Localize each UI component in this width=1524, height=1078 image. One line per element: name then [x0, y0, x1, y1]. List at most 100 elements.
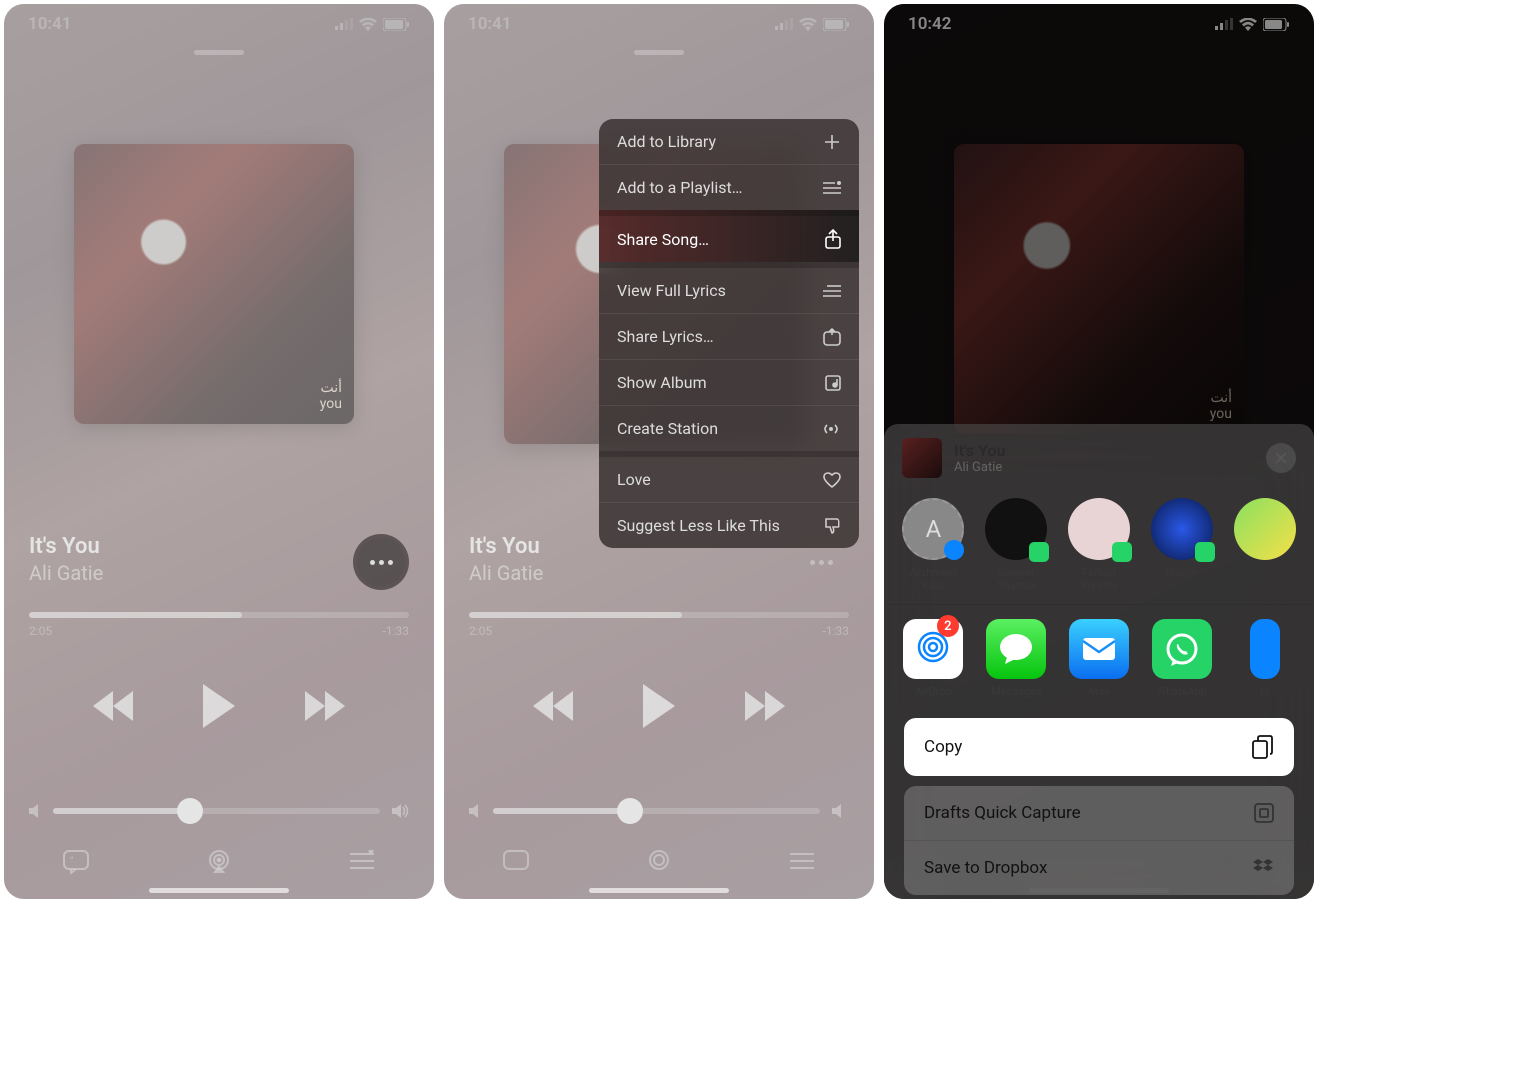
- status-icons: [775, 18, 850, 31]
- more-button[interactable]: [353, 534, 409, 590]
- plus-icon: [823, 133, 841, 151]
- app-messages[interactable]: Messages: [985, 619, 1048, 698]
- bottom-toolbar: [444, 850, 874, 874]
- whatsapp-badge-icon: [1112, 542, 1132, 562]
- app-whatsapp[interactable]: WhatsApp: [1150, 619, 1213, 698]
- lyrics-icon[interactable]: [503, 850, 529, 874]
- home-indicator[interactable]: [589, 888, 729, 893]
- app-label: AirDrop: [915, 685, 952, 698]
- sheet-grabber[interactable]: [194, 50, 244, 55]
- contact-name: Sameer Sharma: [985, 566, 1048, 592]
- progress-bar[interactable]: 2:05 -1:33: [469, 612, 849, 638]
- album-art: أنت you: [74, 144, 354, 424]
- svg-text:": ": [70, 856, 73, 867]
- contact-4[interactable]: Bhavin: [1150, 498, 1213, 592]
- queue-icon[interactable]: [789, 850, 815, 872]
- battery-icon: [383, 18, 410, 31]
- song-artist: Ali Gatie: [29, 561, 103, 585]
- album-label: أنت you: [320, 380, 342, 412]
- copy-icon: [1252, 735, 1274, 759]
- contact-1[interactable]: A Arshmeet Kaur: [902, 498, 965, 592]
- volume-thumb[interactable]: [617, 798, 643, 824]
- background: [4, 4, 434, 899]
- share-action-drafts[interactable]: Drafts Quick Capture: [904, 786, 1294, 840]
- share-action-copy-container: Copy: [904, 718, 1294, 776]
- song-title: It's You: [469, 534, 543, 559]
- song-info: It's You Ali Gatie: [29, 534, 103, 585]
- play-button[interactable]: [643, 684, 675, 728]
- airplay-icon[interactable]: [206, 850, 232, 874]
- contact-name: Bhavin: [1165, 566, 1198, 579]
- play-button[interactable]: [203, 684, 235, 728]
- contact-3[interactable]: Farhan Kureshi: [1068, 498, 1131, 592]
- mail-app-icon: [1069, 619, 1129, 679]
- previous-button[interactable]: [93, 691, 133, 721]
- menu-share-song[interactable]: Share Song…: [599, 210, 859, 262]
- menu-suggest-less[interactable]: Suggest Less Like This: [599, 502, 859, 548]
- close-button[interactable]: [1266, 443, 1296, 473]
- album-label: أنت you: [1210, 390, 1232, 422]
- share-lyrics-icon: [823, 328, 841, 346]
- volume-track[interactable]: [53, 808, 380, 814]
- broadcast-icon: [821, 422, 841, 436]
- lyrics-icon[interactable]: ": [63, 850, 89, 874]
- whatsapp-badge-icon: [1195, 542, 1215, 562]
- volume-high-icon: [832, 804, 849, 818]
- bottom-toolbar: ": [4, 850, 434, 874]
- messages-app-icon: [986, 619, 1046, 679]
- previous-button[interactable]: [533, 691, 573, 721]
- time-elapsed: 2:05: [469, 624, 492, 638]
- contact-name: Arshmeet Kaur: [902, 566, 965, 592]
- playlist-icon: [823, 181, 841, 195]
- app-label: Mail: [1089, 685, 1110, 698]
- wifi-icon: [1239, 18, 1257, 31]
- volume-low-icon: [469, 804, 481, 818]
- app-label: WhatsApp: [1156, 685, 1207, 698]
- volume-row: [469, 804, 849, 818]
- whatsapp-app-icon: [1152, 619, 1212, 679]
- song-info: It's You Ali Gatie: [469, 534, 543, 585]
- avatar: [985, 498, 1047, 560]
- avatar: [1151, 498, 1213, 560]
- queue-icon[interactable]: [349, 850, 375, 872]
- menu-create-station[interactable]: Create Station: [599, 405, 859, 451]
- status-time: 10:42: [908, 14, 951, 34]
- app-airdrop[interactable]: 2 AirDrop: [902, 619, 965, 698]
- lyrics-lines-icon: [823, 284, 841, 298]
- album-icon: [825, 375, 841, 391]
- progress-fill: [29, 612, 242, 618]
- contact-2[interactable]: Sameer Sharma: [985, 498, 1048, 592]
- home-indicator[interactable]: [149, 888, 289, 893]
- menu-share-lyrics[interactable]: Share Lyrics…: [599, 313, 859, 359]
- menu-add-to-library[interactable]: Add to Library: [599, 119, 859, 164]
- menu-view-lyrics[interactable]: View Full Lyrics: [599, 262, 859, 313]
- app-mail[interactable]: Mail: [1068, 619, 1131, 698]
- whatsapp-badge-icon: [1029, 542, 1049, 562]
- status-time: 10:41: [468, 14, 511, 34]
- heart-icon: [823, 472, 841, 488]
- close-icon: [1275, 452, 1287, 464]
- menu-add-to-playlist[interactable]: Add to a Playlist…: [599, 164, 859, 210]
- airplay-icon[interactable]: [646, 850, 672, 874]
- volume-track[interactable]: [493, 808, 820, 814]
- share-action-copy[interactable]: Copy: [904, 718, 1294, 776]
- share-action-dropbox[interactable]: Save to Dropbox: [904, 840, 1294, 895]
- share-title: It's You: [954, 441, 1266, 460]
- status-bar: 10:42: [884, 4, 1314, 44]
- progress-track[interactable]: [29, 612, 409, 618]
- wifi-icon: [799, 18, 817, 31]
- time-remaining: -1:33: [383, 624, 409, 638]
- app-more[interactable]: Li: [1233, 619, 1296, 698]
- sheet-grabber[interactable]: [634, 50, 684, 55]
- playback-controls: [444, 684, 874, 728]
- panel-1-now-playing: 10:41 أنت you It's You Ali Gatie 2:05 -1…: [4, 4, 434, 899]
- next-button[interactable]: [305, 691, 345, 721]
- next-button[interactable]: [745, 691, 785, 721]
- menu-love[interactable]: Love: [599, 451, 859, 502]
- progress-bar[interactable]: 2:05 -1:33: [29, 612, 409, 638]
- menu-show-album[interactable]: Show Album: [599, 359, 859, 405]
- app-label: Messages: [991, 685, 1041, 698]
- share-sheet: It's You Ali Gatie A Arshmeet Kaur Samee…: [884, 424, 1314, 899]
- contact-5[interactable]: [1233, 498, 1296, 592]
- volume-thumb[interactable]: [177, 798, 203, 824]
